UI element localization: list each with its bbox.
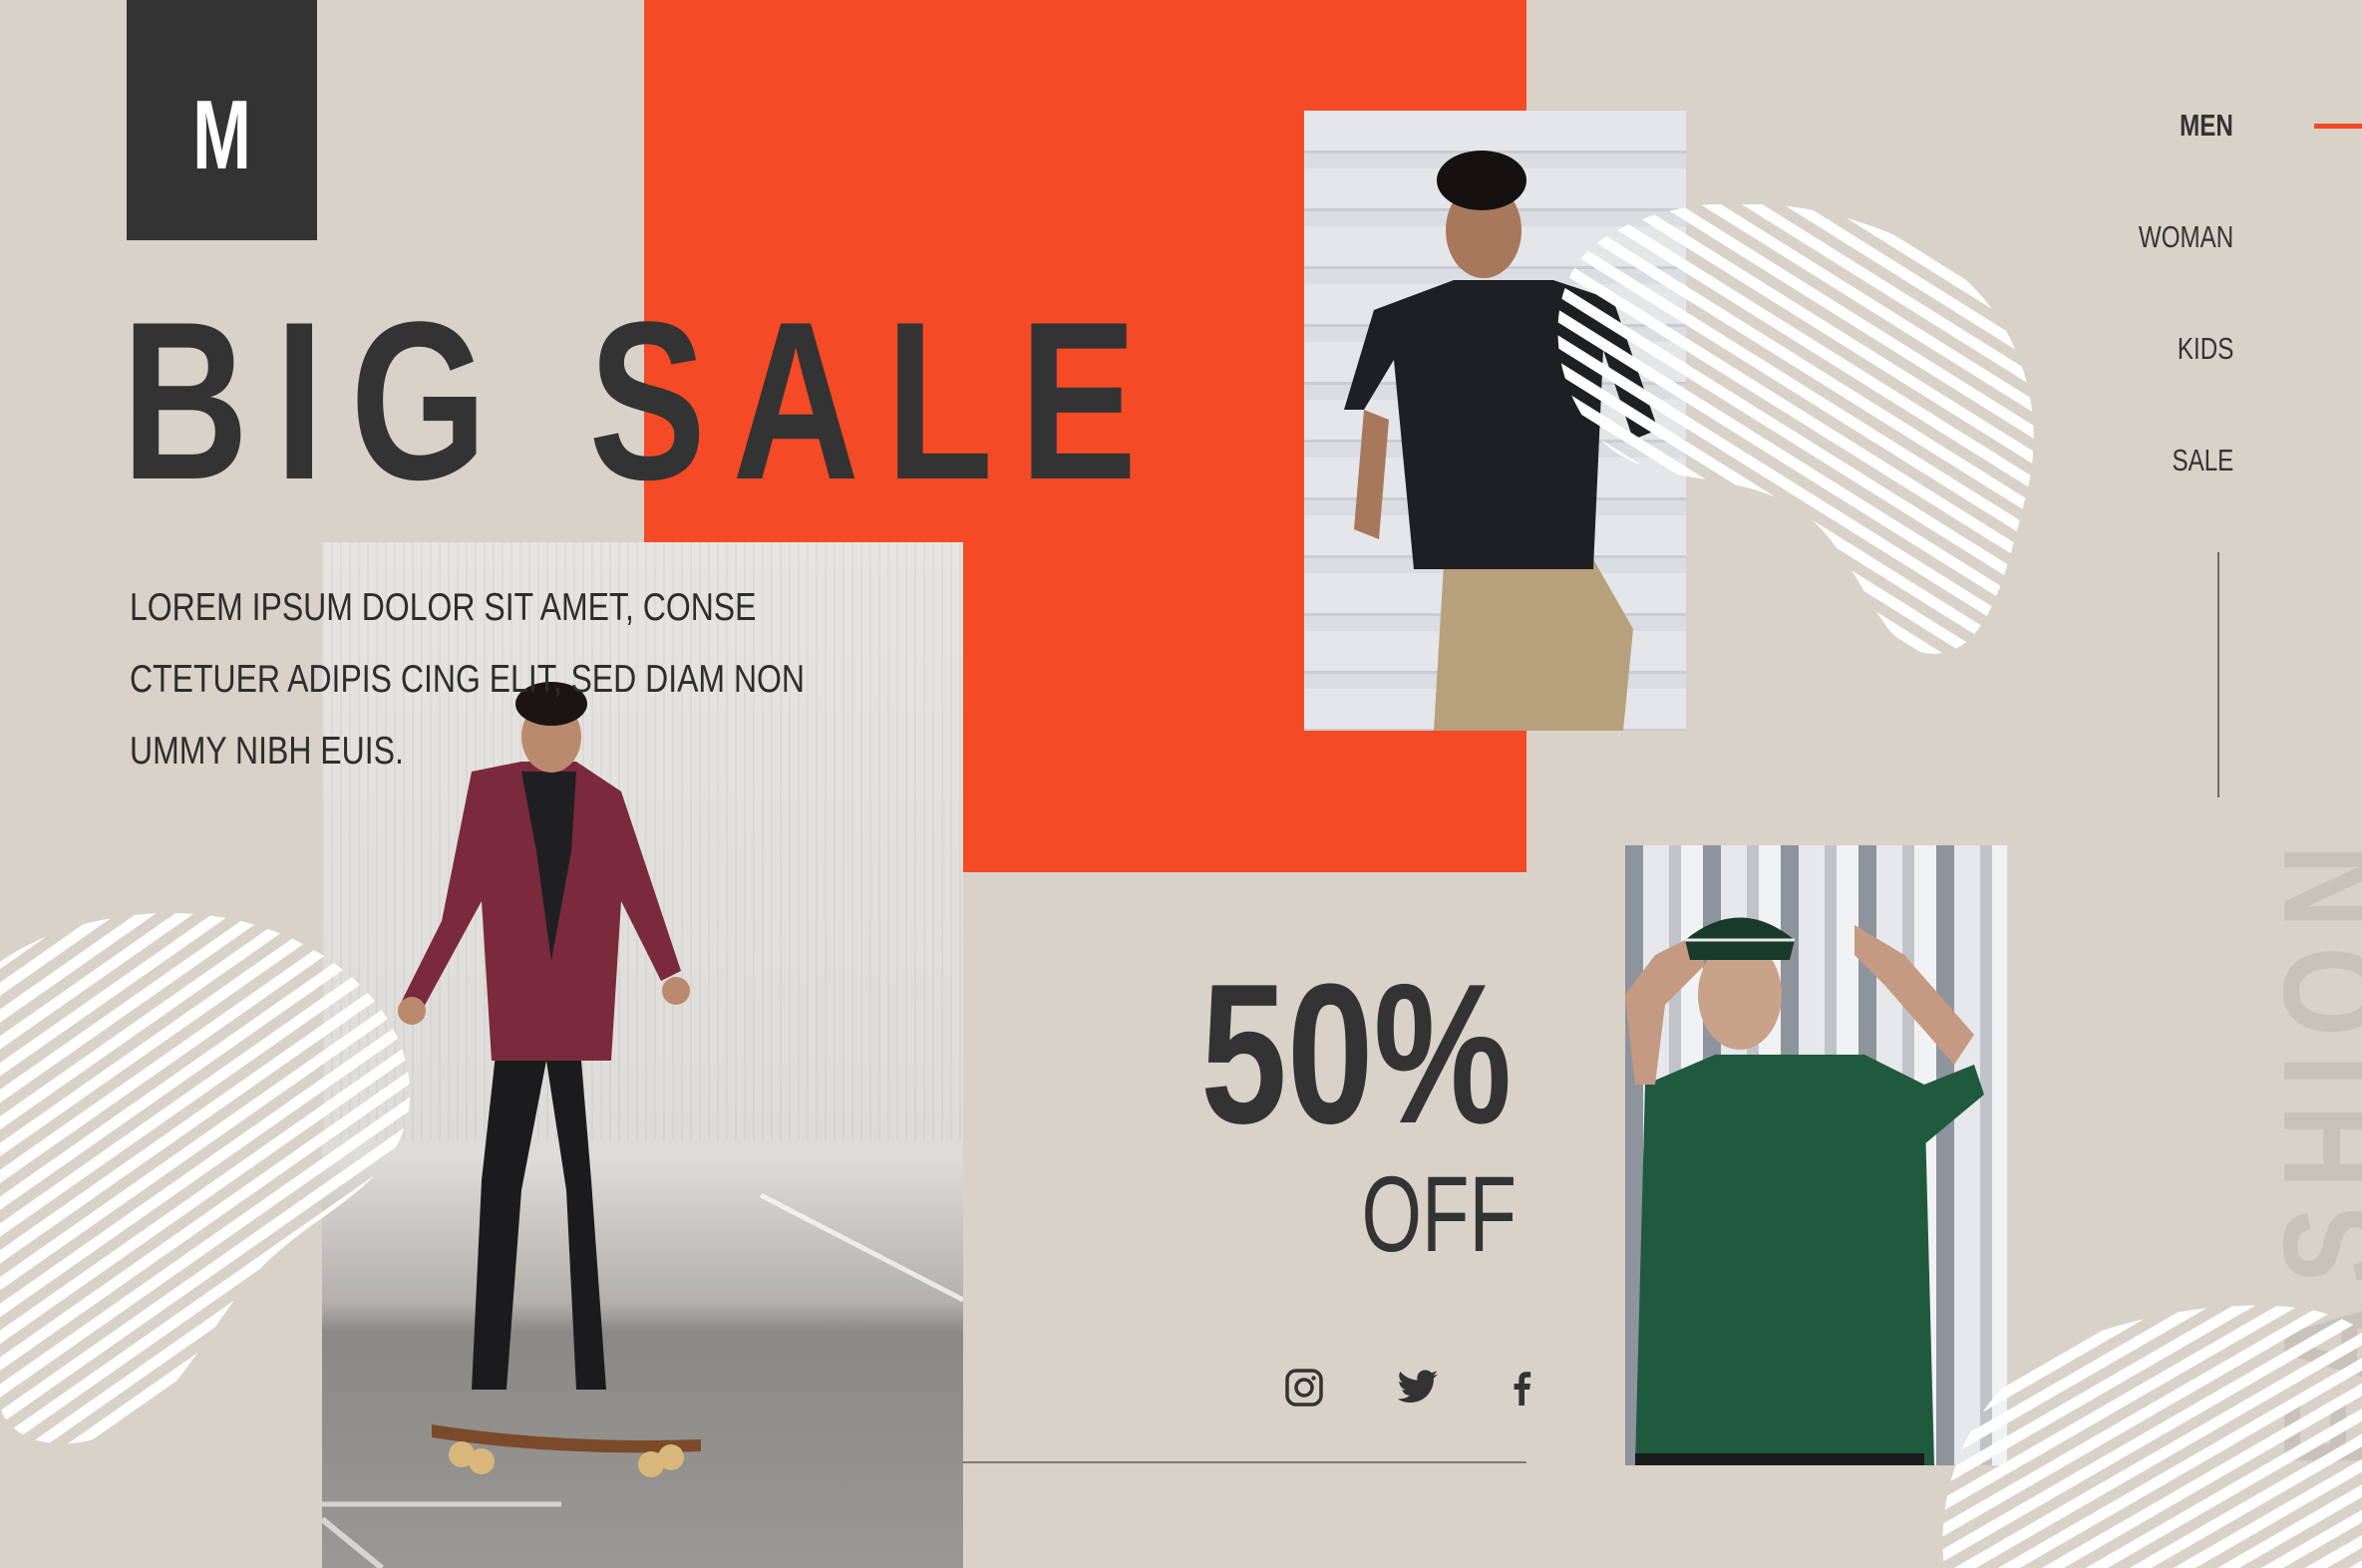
nav-item-kids[interactable]: KIDS [2178, 333, 2233, 364]
nav-divider [2217, 552, 2219, 797]
body-copy-line: UMMY NIBH EUIS. [130, 730, 404, 773]
nav-item-woman[interactable]: WOMAN [2139, 221, 2233, 252]
logo[interactable]: M [127, 0, 317, 240]
striped-wave-decoration-bottom [1942, 1305, 2362, 1568]
page-title: BIG SALE [122, 274, 1164, 526]
logo-letter: M [192, 80, 251, 189]
body-copy: LOREM IPSUM DOLOR SIT AMET, CONSE CTETUE… [130, 572, 806, 787]
nav-item-men[interactable]: MEN [2180, 110, 2233, 141]
facebook-icon[interactable] [1501, 1366, 1544, 1410]
instagram-icon[interactable] [1282, 1366, 1326, 1410]
twitter-icon[interactable] [1396, 1366, 1440, 1410]
nav-item-sale[interactable]: SALE [2172, 445, 2233, 475]
nav-active-indicator [2314, 124, 2362, 129]
striped-wave-decoration-top [1557, 204, 2034, 654]
discount-label: OFF [1361, 1153, 1517, 1274]
body-copy-line: LOREM IPSUM DOLOR SIT AMET, CONSE [130, 586, 757, 629]
divider [963, 1461, 1526, 1463]
striped-wave-decoration-left [0, 913, 411, 1444]
discount-percent: 50% [1199, 943, 1512, 1165]
body-copy-line: CTETUER ADIPIS CING ELIT, SED DIAM NON [130, 658, 806, 701]
